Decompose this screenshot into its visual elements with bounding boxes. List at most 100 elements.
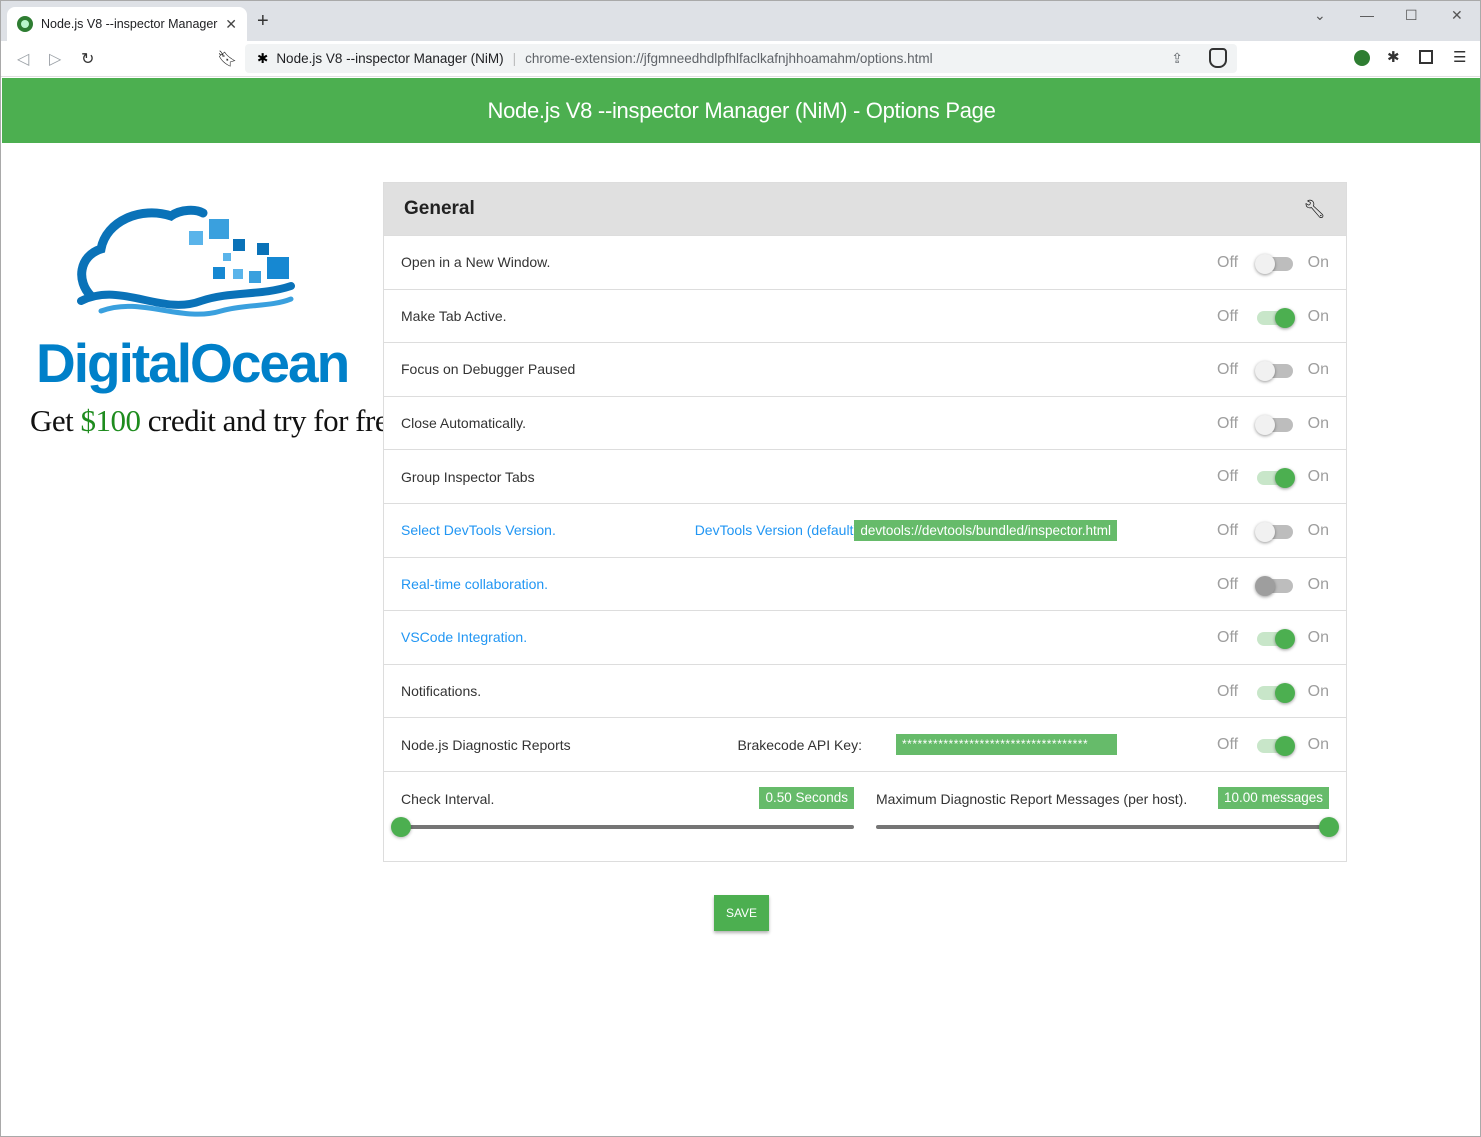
- switch-on-label: On: [1307, 307, 1329, 325]
- tab-search-icon[interactable]: ⌄: [1314, 7, 1326, 24]
- general-settings-panel: General 🔧︎ Open in a New Window. Off On …: [383, 182, 1347, 862]
- toggle-knob[interactable]: [1255, 414, 1275, 435]
- new-tab-button[interactable]: +: [257, 11, 269, 31]
- digitalocean-ad[interactable]: DigitalOcean Get $100 credit and try for…: [26, 196, 412, 456]
- toggle-track[interactable]: [1257, 682, 1295, 703]
- setting-row: Select DevTools Version. DevTools Version…: [384, 502, 1346, 557]
- setting-sub-label: Brakecode API Key:: [737, 736, 862, 753]
- slider-label: Check Interval.: [401, 790, 495, 807]
- switch-off-label: Off: [1217, 468, 1239, 486]
- slider-value: 10.00 messages: [1217, 786, 1329, 809]
- browser-toolbar: ◁ ▷ ↻ 🔖︎ ✱ Node.js V8 --inspector Manage…: [1, 41, 1480, 77]
- menu-icon[interactable]: ☰: [1453, 48, 1466, 66]
- setting-label[interactable]: VSCode Integration.: [401, 629, 527, 645]
- switch-off-label: Off: [1217, 361, 1239, 379]
- address-bar[interactable]: ✱ Node.js V8 --inspector Manager (NiM) |…: [245, 44, 1237, 73]
- brave-shield-icon[interactable]: [1209, 48, 1227, 68]
- ad-tagline-end: credit and try for free!: [140, 403, 412, 438]
- toggle-knob[interactable]: [1255, 254, 1275, 274]
- slider-rail[interactable]: [876, 816, 1339, 837]
- digitalocean-logo-icon: [77, 205, 295, 317]
- toggle-track[interactable]: [1255, 575, 1293, 596]
- toggle-switch: Off On: [1217, 679, 1329, 705]
- setting-label[interactable]: Select DevTools Version.: [401, 522, 556, 538]
- tab-title: Node.js V8 --inspector Manager (: [41, 17, 221, 31]
- toggle-knob[interactable]: [1275, 682, 1295, 703]
- toggle-knob[interactable]: [1275, 629, 1295, 650]
- url-text[interactable]: chrome-extension://jfgmneedhdlpfhlfaclka…: [525, 51, 932, 66]
- setting-label: Open in a New Window.: [401, 254, 551, 271]
- share-icon[interactable]: ⇪: [1171, 50, 1183, 67]
- setting-label: Make Tab Active.: [401, 307, 507, 324]
- minimize-button[interactable]: —: [1360, 7, 1374, 23]
- switch-off-label: Off: [1217, 307, 1239, 325]
- switch-off-label: Off: [1217, 575, 1239, 593]
- side-panel-icon[interactable]: [1419, 50, 1433, 64]
- api-key-field[interactable]: ************************************: [896, 734, 1117, 756]
- setting-label[interactable]: Real-time collaboration.: [401, 576, 548, 592]
- switch-off-label: Off: [1217, 682, 1239, 700]
- toggle-track[interactable]: [1257, 736, 1295, 757]
- page-header: Node.js V8 --inspector Manager (NiM) - O…: [2, 78, 1480, 143]
- slider-thumb[interactable]: [391, 816, 411, 837]
- setting-row: Close Automatically. Off On: [384, 395, 1346, 450]
- extension-name: Node.js V8 --inspector Manager (NiM): [276, 51, 504, 66]
- switch-off-label: Off: [1217, 254, 1239, 271]
- maximize-button[interactable]: ☐: [1405, 7, 1418, 24]
- back-icon[interactable]: ◁: [17, 49, 29, 69]
- toggle-track[interactable]: [1257, 468, 1295, 489]
- slider-thumb[interactable]: [1319, 816, 1339, 837]
- slider-rail[interactable]: [391, 816, 854, 837]
- tab-close-icon[interactable]: ✕: [225, 16, 237, 33]
- switch-on-label: On: [1307, 629, 1329, 647]
- settings-rows: Open in a New Window. Off On Make Tab Ac…: [384, 235, 1346, 771]
- setting-label: Focus on Debugger Paused: [401, 361, 576, 378]
- switch-on-label: On: [1307, 682, 1329, 700]
- toggle-switch: Off On: [1217, 518, 1329, 544]
- ad-tagline-start: Get: [30, 403, 81, 438]
- toggle-knob[interactable]: [1255, 575, 1275, 596]
- toggle-track[interactable]: [1255, 521, 1293, 542]
- page-title: Node.js V8 --inspector Manager (NiM) - O…: [487, 97, 996, 123]
- toggle-switch: Off On: [1217, 732, 1329, 758]
- toggle-track[interactable]: [1255, 254, 1293, 274]
- switch-off-label: Off: [1217, 629, 1239, 647]
- toggle-knob[interactable]: [1275, 307, 1295, 328]
- toggle-switch: Off On: [1217, 625, 1329, 651]
- toggle-track[interactable]: [1255, 361, 1293, 382]
- bookmark-icon[interactable]: 🔖︎: [217, 49, 237, 69]
- setting-label: Node.js Diagnostic Reports: [401, 736, 571, 753]
- browser-tab[interactable]: Node.js V8 --inspector Manager ( ✕: [7, 7, 247, 41]
- ad-brand: DigitalOcean: [36, 332, 350, 394]
- switch-on-label: On: [1307, 736, 1329, 754]
- browser-window: Node.js V8 --inspector Manager ( ✕ + ⌄ —…: [0, 0, 1481, 1137]
- close-window-button[interactable]: ✕: [1451, 7, 1463, 24]
- extensions-icon[interactable]: ✱: [1387, 48, 1400, 66]
- save-button[interactable]: SAVE: [714, 895, 769, 931]
- setting-label: Notifications.: [401, 683, 482, 700]
- forward-icon[interactable]: ▷: [49, 49, 61, 69]
- toggle-knob[interactable]: [1275, 736, 1295, 757]
- puzzle-icon: ✱: [257, 50, 269, 66]
- setting-row: Real-time collaboration. Off On: [384, 556, 1346, 611]
- toggle-switch: Off On: [1217, 250, 1329, 276]
- devtools-url-field[interactable]: devtools://devtools/bundled/inspector.ht…: [854, 519, 1117, 541]
- toggle-knob[interactable]: [1275, 468, 1295, 489]
- panel-header: General 🔧︎: [384, 183, 1346, 235]
- toggle-switch: Off On: [1217, 357, 1329, 383]
- setting-label: Close Automatically.: [401, 415, 527, 432]
- switch-off-label: Off: [1217, 414, 1239, 432]
- toggle-knob[interactable]: [1255, 361, 1275, 382]
- toggle-switch: Off On: [1217, 304, 1329, 330]
- toggle-track[interactable]: [1257, 629, 1295, 650]
- wrench-icon[interactable]: 🔧︎: [1303, 199, 1326, 220]
- slider-label: Maximum Diagnostic Report Messages (per …: [876, 790, 1188, 807]
- nim-extension-icon[interactable]: [1354, 50, 1370, 66]
- toggle-knob[interactable]: [1255, 521, 1275, 542]
- reload-icon[interactable]: ↻: [81, 49, 94, 69]
- setting-row: Node.js Diagnostic Reports Brakecode API …: [384, 717, 1346, 771]
- toggle-track[interactable]: [1255, 414, 1293, 435]
- toggle-track[interactable]: [1257, 307, 1295, 328]
- toggle-switch: Off On: [1217, 572, 1329, 598]
- address-separator: |: [512, 51, 517, 66]
